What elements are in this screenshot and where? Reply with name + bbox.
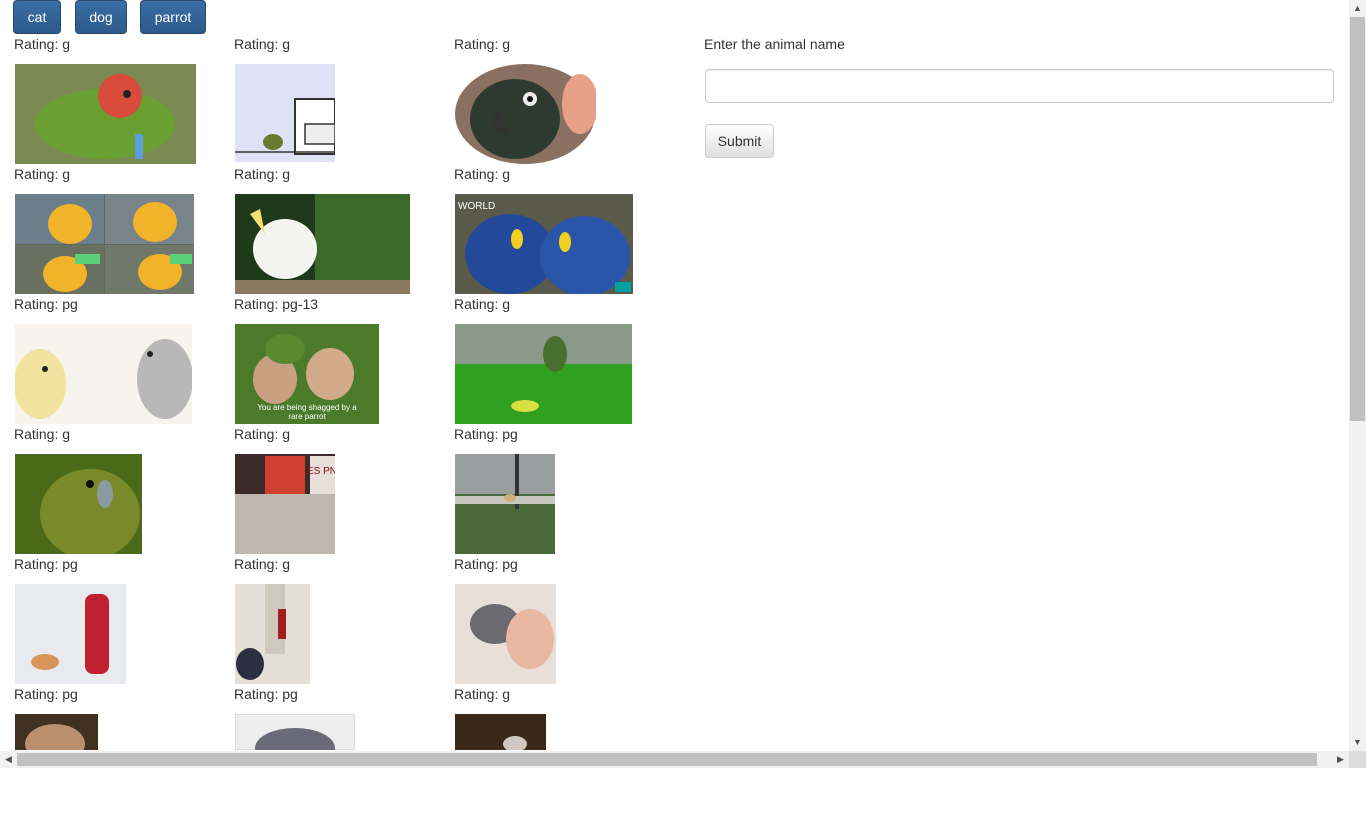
gif-image xyxy=(15,454,142,554)
gif-image xyxy=(235,64,335,162)
world-badge-text: WORLD xyxy=(458,201,495,212)
gif-image xyxy=(15,714,98,750)
animal-name-label: Enter the animal name xyxy=(704,36,845,52)
rating-label: Rating: pg xyxy=(454,556,518,572)
horizontal-scroll-thumb[interactable] xyxy=(17,753,1317,766)
rating-label: Rating: g xyxy=(234,166,291,182)
scroll-up-arrow-icon[interactable]: ▲ xyxy=(1349,0,1366,17)
rating-label: Rating: g xyxy=(14,426,71,442)
gif-image: ES PN xyxy=(235,454,335,554)
rating-label: Rating: g xyxy=(234,36,291,52)
submit-button[interactable]: Submit xyxy=(705,124,774,158)
gif-card: Rating: pg xyxy=(454,426,664,556)
rating-label: Rating: pg xyxy=(454,426,518,442)
rating-label: Rating: g xyxy=(234,556,291,572)
gif-card: Rating: g xyxy=(234,556,444,686)
animal-name-input[interactable] xyxy=(705,69,1334,103)
gif-card: Rating: pg xyxy=(14,556,224,686)
dog-button[interactable]: dog xyxy=(75,0,127,34)
rating-label: Rating: g xyxy=(454,36,511,52)
vertical-scroll-thumb[interactable] xyxy=(1350,17,1365,421)
gif-card: Rating: g xyxy=(234,36,444,166)
scroll-right-arrow-icon[interactable]: ▶ xyxy=(1332,751,1349,768)
gif-image xyxy=(455,714,546,750)
rating-label: Rating: g xyxy=(234,426,291,442)
vertical-scrollbar[interactable]: ▲ ▼ xyxy=(1349,0,1366,751)
gif-card: Rating: g xyxy=(14,426,224,556)
gif-card: Rating: g xyxy=(234,166,444,296)
gif-image xyxy=(235,194,410,294)
gif-caption-line2: rare parrot xyxy=(288,412,326,421)
parrot-button[interactable]: parrot xyxy=(140,0,206,34)
espn-logo-text: ES PN xyxy=(307,466,335,477)
rating-label: Rating: pg xyxy=(234,686,298,702)
gif-card: Rating: g xyxy=(454,296,664,426)
rating-label: Rating: pg-13 xyxy=(234,296,319,312)
rating-label: Rating: g xyxy=(14,166,71,182)
gif-caption-line1: You are being shagged by a xyxy=(257,403,357,412)
gif-card: Rating: g xyxy=(14,166,224,296)
scroll-left-arrow-icon[interactable]: ◀ xyxy=(0,751,17,768)
horizontal-scrollbar[interactable]: ◀ ▶ xyxy=(0,751,1349,768)
gif-image xyxy=(455,584,556,684)
rating-label: Rating: pg xyxy=(14,556,78,572)
gif-card: Rating: g xyxy=(454,36,664,166)
gif-card: Rating: g xyxy=(14,36,224,166)
gif-image xyxy=(15,64,196,164)
gif-image xyxy=(15,584,126,684)
rating-label: Rating: g xyxy=(454,296,511,312)
gif-card: Rating: g WORLD xyxy=(454,166,664,296)
scrollbar-corner xyxy=(1349,751,1366,768)
gif-card: Rating: pg xyxy=(14,296,224,426)
gif-image xyxy=(455,324,632,424)
gif-card: Rating: pg-13 You are being shagged by a… xyxy=(234,296,444,426)
gif-image xyxy=(235,584,310,684)
scroll-down-arrow-icon[interactable]: ▼ xyxy=(1349,734,1366,751)
gif-image xyxy=(15,194,194,294)
gif-card: Rating: pg xyxy=(454,556,664,686)
gif-card: Rating: g ES PN xyxy=(234,426,444,556)
rating-label: Rating: g xyxy=(14,36,71,52)
gif-image: You are being shagged by a rare parrot xyxy=(235,324,379,424)
gif-image xyxy=(455,454,555,554)
rating-label: Rating: pg xyxy=(14,296,78,312)
gif-image xyxy=(455,64,596,164)
gif-image xyxy=(235,714,355,750)
gif-image xyxy=(15,324,192,424)
rating-label: Rating: g xyxy=(454,686,511,702)
cat-button[interactable]: cat xyxy=(13,0,61,34)
rating-label: Rating: pg xyxy=(14,686,78,702)
gif-image: WORLD xyxy=(455,194,633,294)
rating-label: Rating: g xyxy=(454,166,511,182)
